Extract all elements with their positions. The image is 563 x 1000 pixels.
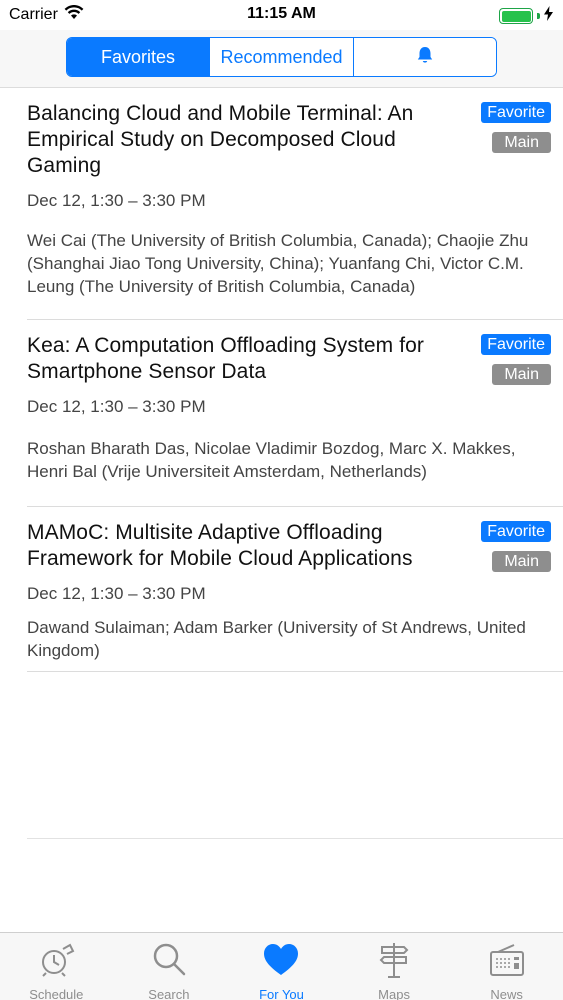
session-row[interactable]: Balancing Cloud and Mobile Terminal: An … — [0, 88, 563, 320]
clock-icon — [37, 941, 75, 984]
session-badges: Favorite Main — [481, 102, 551, 153]
session-row[interactable]: Kea: A Computation Offloading System for… — [0, 320, 563, 507]
search-icon — [150, 941, 188, 984]
status-bar: Carrier 11:15 AM — [0, 0, 563, 30]
tab-label: Maps — [378, 987, 410, 1000]
track-badge: Main — [492, 551, 551, 572]
tab-bar: Schedule Search For You Maps News — [0, 932, 563, 1000]
session-title: Kea: A Computation Offloading System for… — [27, 334, 425, 383]
tab-label: News — [490, 987, 523, 1000]
empty-row-divider — [27, 838, 563, 839]
tab-label: Search — [148, 987, 190, 1000]
favorite-badge: Favorite — [481, 521, 551, 542]
favorite-badge: Favorite — [481, 102, 551, 123]
status-time: 11:15 AM — [247, 5, 316, 22]
charging-bolt-icon — [544, 6, 553, 26]
session-row[interactable]: MAMoC: Multisite Adaptive Offloading Fra… — [0, 507, 563, 672]
session-authors: Dawand Sulaiman; Adam Barker (University… — [27, 618, 526, 660]
session-time: Dec 12, 1:30 – 3:30 PM — [27, 191, 206, 210]
session-badges: Favorite Main — [481, 521, 551, 572]
radio-icon — [488, 941, 526, 984]
session-list: Balancing Cloud and Mobile Terminal: An … — [0, 88, 563, 672]
bell-icon — [415, 45, 435, 70]
tab-label: For You — [259, 987, 304, 1000]
session-time: Dec 12, 1:30 – 3:30 PM — [27, 397, 206, 416]
signpost-icon — [375, 941, 413, 984]
app-screen: Carrier 11:15 AM Favorites Recommended B… — [0, 0, 563, 1000]
segment-favorites[interactable]: Favorites — [67, 38, 209, 76]
session-badges: Favorite Main — [481, 334, 551, 385]
favorite-badge: Favorite — [481, 334, 551, 355]
tab-label: Schedule — [29, 987, 84, 1000]
segment-notifications[interactable] — [353, 38, 496, 76]
track-badge: Main — [492, 364, 551, 385]
session-authors: Roshan Bharath Das, Nicolae Vladimir Boz… — [27, 439, 516, 481]
segment-recommended[interactable]: Recommended — [209, 38, 353, 76]
battery-icon — [499, 8, 533, 24]
heart-icon — [262, 941, 300, 984]
track-badge: Main — [492, 132, 551, 153]
tab-for-you[interactable]: For You — [225, 933, 338, 1000]
navigation-bar: Favorites Recommended — [0, 30, 563, 88]
session-title: MAMoC: Multisite Adaptive Offloading Fra… — [27, 521, 413, 570]
session-title: Balancing Cloud and Mobile Terminal: An … — [27, 102, 414, 177]
row-divider — [27, 671, 563, 672]
tab-search[interactable]: Search — [113, 933, 226, 1000]
battery-nub — [537, 13, 540, 19]
tab-maps[interactable]: Maps — [338, 933, 451, 1000]
status-right — [499, 6, 553, 26]
session-authors: Wei Cai (The University of British Colum… — [27, 231, 529, 296]
tab-news[interactable]: News — [450, 933, 563, 1000]
tab-schedule[interactable]: Schedule — [0, 933, 113, 1000]
segmented-control: Favorites Recommended — [66, 37, 497, 77]
session-time: Dec 12, 1:30 – 3:30 PM — [27, 584, 206, 603]
